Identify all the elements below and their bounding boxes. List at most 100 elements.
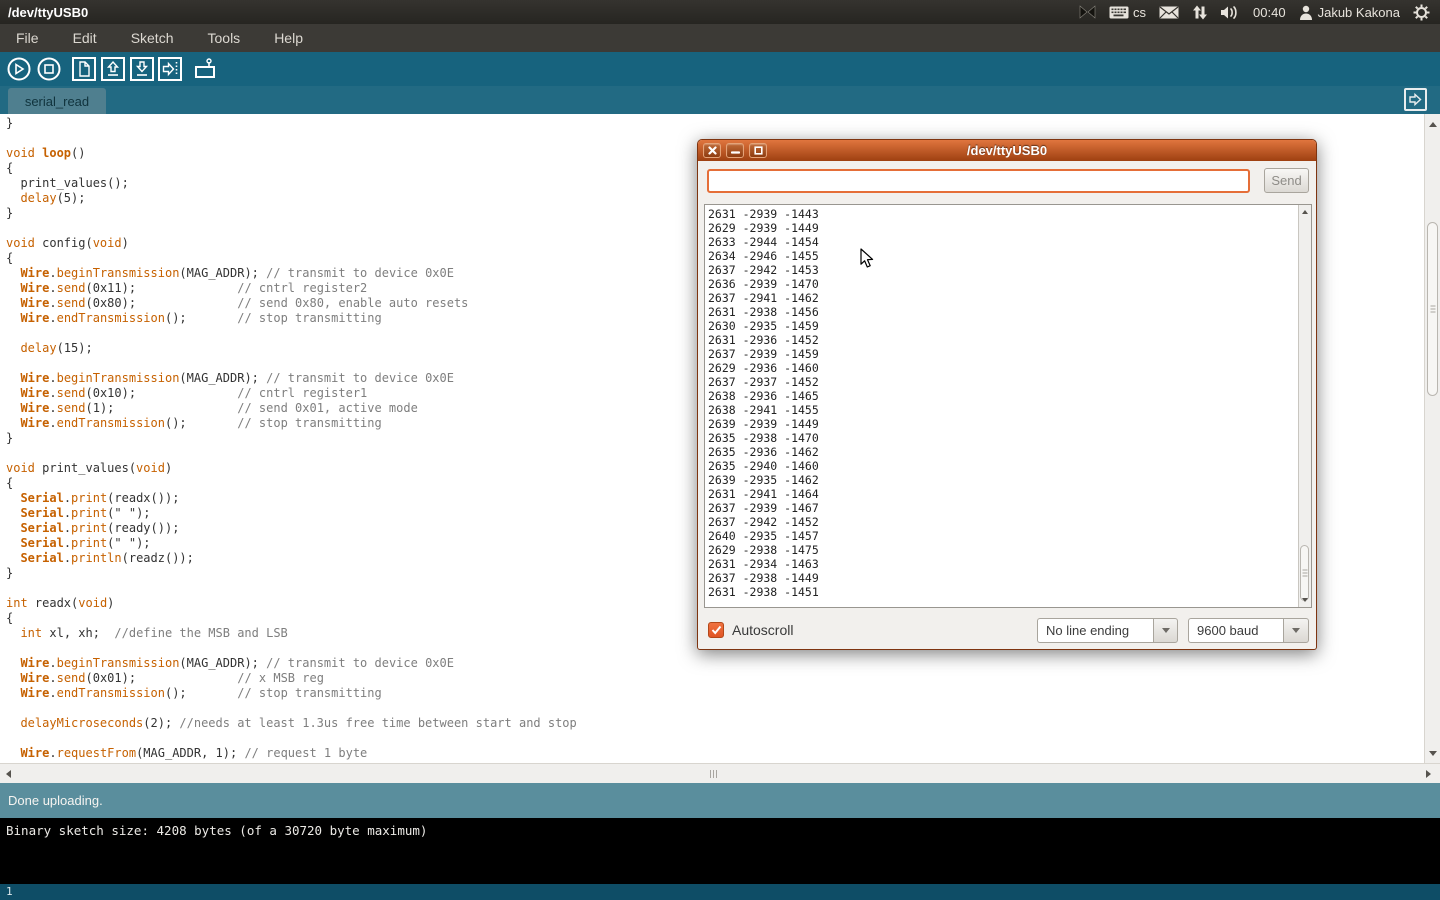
close-icon — [708, 146, 717, 155]
baud-dropdown-button[interactable] — [1283, 618, 1309, 643]
desktop: /dev/ttyUSB0 cs 00:40 Jakub Kakona — [0, 0, 1440, 900]
mouse-cursor — [860, 248, 875, 269]
window-title: /dev/ttyUSB0 — [0, 5, 88, 20]
serial-data-row: 2629 -2939 -1449 — [708, 221, 1297, 235]
save-sketch-button[interactable] — [130, 57, 154, 81]
serial-data-row: 2637 -2941 -1462 — [708, 291, 1297, 305]
serial-data-row: 2631 -2939 -1443 — [708, 207, 1297, 221]
status-bar: Done uploading. — [0, 783, 1440, 818]
serial-output-text: 2631 -2939 -14432629 -2939 -14492633 -29… — [708, 207, 1297, 607]
tab-bar: serial_read — [0, 86, 1440, 114]
autoscroll-label: Autoscroll — [732, 622, 793, 638]
serial-monitor-icon — [192, 57, 218, 81]
line-ending-dropdown-button[interactable] — [1153, 618, 1178, 643]
build-console: Binary sketch size: 4208 bytes (of a 307… — [0, 818, 1440, 884]
network-traffic-indicator[interactable] — [1192, 5, 1207, 20]
verify-icon — [6, 56, 32, 82]
serial-monitor-controls: Autoscroll No line ending 9600 baud — [698, 618, 1316, 644]
serial-data-row: 2635 -2940 -1460 — [708, 459, 1297, 473]
mail-indicator[interactable] — [1159, 6, 1179, 19]
code-line: } — [6, 116, 1424, 131]
serial-data-row: 2636 -2939 -1470 — [708, 277, 1297, 291]
serial-scrollbar[interactable] — [1298, 205, 1311, 607]
code-line — [6, 701, 1424, 716]
editor-horizontal-scrollbar[interactable] — [0, 763, 1440, 783]
open-sketch-button[interactable] — [101, 57, 125, 81]
menubar: File Edit Sketch Tools Help — [0, 24, 1440, 52]
minimize-icon — [731, 146, 740, 155]
minimize-button[interactable] — [726, 143, 744, 158]
arrow-right-icon — [1408, 92, 1423, 107]
upload-button[interactable] — [158, 57, 182, 81]
scroll-up-arrow[interactable] — [1425, 116, 1440, 132]
serial-data-row: 2629 -2936 -1460 — [708, 361, 1297, 375]
line-ending-select[interactable]: No line ending — [1037, 618, 1178, 643]
menu-help[interactable]: Help — [268, 26, 309, 50]
serial-data-row: 2631 -2941 -1464 — [708, 487, 1297, 501]
autoscroll-checkbox[interactable] — [708, 622, 724, 638]
serial-monitor-window: /dev/ttyUSB0 Send 2631 -2939 -14432629 -… — [697, 139, 1317, 650]
serial-data-row: 2639 -2939 -1449 — [708, 417, 1297, 431]
menu-tools[interactable]: Tools — [202, 26, 247, 50]
serial-output-area[interactable]: 2631 -2939 -14432629 -2939 -14492633 -29… — [704, 204, 1312, 608]
serial-send-input[interactable] — [707, 169, 1250, 193]
serial-data-row: 2637 -2942 -1453 — [708, 263, 1297, 277]
serial-data-row: 2637 -2942 -1452 — [708, 515, 1297, 529]
scroll-left-arrow[interactable] — [0, 764, 16, 784]
new-file-icon — [72, 57, 96, 81]
up-down-arrows-icon — [1192, 5, 1207, 20]
chevron-down-icon — [1162, 628, 1170, 633]
line-ending-value: No line ending — [1037, 618, 1153, 643]
tab-serial-read[interactable]: serial_read — [8, 88, 106, 114]
scroll-right-arrow[interactable] — [1420, 764, 1436, 784]
code-line: Wire.requestFrom(MAG_ADDR, 1); // reques… — [6, 746, 1424, 761]
close-button[interactable] — [703, 143, 721, 158]
serial-data-row: 2629 -2938 -1475 — [708, 543, 1297, 557]
send-button[interactable]: Send — [1264, 168, 1309, 193]
code-line: Wire.send(0x01); // x MSB reg — [6, 671, 1424, 686]
speaker-icon — [1220, 5, 1240, 20]
menu-edit[interactable]: Edit — [67, 26, 103, 50]
baud-rate-value: 9600 baud — [1188, 618, 1283, 643]
verify-button[interactable] — [6, 56, 32, 82]
code-line: delayMicroseconds(2); //needs at least 1… — [6, 716, 1424, 731]
serial-scroll-down-arrow[interactable] — [1299, 594, 1311, 606]
code-line: Wire.beginTransmission(MAG_ADDR); // tra… — [6, 656, 1424, 671]
keyboard-layout-indicator[interactable]: cs — [1109, 5, 1146, 20]
serial-monitor-button[interactable] — [192, 57, 218, 81]
baud-rate-select[interactable]: 9600 baud — [1188, 618, 1309, 643]
indicator-icon[interactable] — [1079, 5, 1096, 19]
keyboard-icon — [1109, 6, 1129, 19]
horizontal-scrollbar-grip[interactable] — [710, 770, 717, 778]
session-menu[interactable] — [1413, 4, 1430, 21]
gear-icon — [1413, 4, 1430, 21]
clock[interactable]: 00:40 — [1253, 5, 1286, 20]
volume-indicator[interactable] — [1220, 5, 1240, 20]
system-tray: cs 00:40 Jakub Kakona — [1079, 4, 1440, 21]
new-sketch-button[interactable] — [72, 57, 96, 81]
editor-vertical-scrollbar[interactable] — [1424, 114, 1440, 763]
serial-scrollbar-thumb[interactable] — [1300, 545, 1309, 601]
open-icon — [101, 57, 125, 81]
keyboard-layout-code: cs — [1133, 5, 1146, 20]
menu-file[interactable]: File — [10, 26, 45, 50]
editor-scrollbar-thumb[interactable] — [1427, 222, 1438, 396]
user-name: Jakub Kakona — [1318, 5, 1400, 20]
serial-data-row: 2631 -2938 -1456 — [708, 305, 1297, 319]
tab-menu-button[interactable] — [1404, 88, 1427, 111]
top-panel: /dev/ttyUSB0 cs 00:40 Jakub Kakona — [0, 0, 1440, 24]
code-line: Wire.endTransmission(); // stop transmit… — [6, 686, 1424, 701]
menu-sketch[interactable]: Sketch — [125, 26, 180, 50]
serial-scroll-up-arrow[interactable] — [1299, 206, 1311, 218]
maximize-button[interactable] — [749, 143, 767, 158]
status-message: Done uploading. — [8, 793, 103, 808]
serial-data-row: 2631 -2934 -1463 — [708, 557, 1297, 571]
serial-data-row: 2637 -2939 -1459 — [708, 347, 1297, 361]
current-line-number: 1 — [6, 885, 13, 898]
serial-monitor-titlebar[interactable]: /dev/ttyUSB0 — [698, 140, 1316, 161]
user-menu[interactable]: Jakub Kakona — [1299, 5, 1400, 20]
scroll-down-arrow[interactable] — [1425, 745, 1440, 761]
serial-data-row: 2637 -2939 -1467 — [708, 501, 1297, 515]
stop-button[interactable] — [36, 56, 62, 82]
stop-icon — [36, 56, 62, 82]
